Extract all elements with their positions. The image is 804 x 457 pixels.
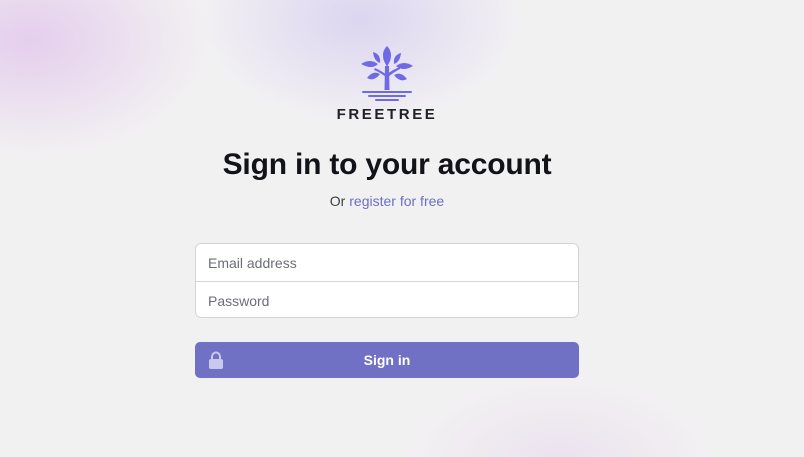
password-input[interactable] (196, 282, 578, 317)
page-title: Sign in to your account (222, 148, 552, 181)
brand-name: FREETREE (336, 106, 438, 123)
register-link[interactable]: register for free (349, 193, 444, 209)
lock-icon (209, 351, 223, 369)
register-prompt: Or register for free (0, 193, 774, 209)
register-prompt-prefix: Or (329, 193, 346, 209)
email-input[interactable] (196, 244, 578, 281)
sign-in-form (195, 243, 579, 318)
sign-in-page: FREETREE Sign in to your account Or regi… (0, 0, 804, 457)
sign-in-button[interactable]: Sign in (195, 342, 579, 378)
tree-icon (361, 46, 413, 101)
sign-in-label: Sign in (363, 352, 411, 368)
